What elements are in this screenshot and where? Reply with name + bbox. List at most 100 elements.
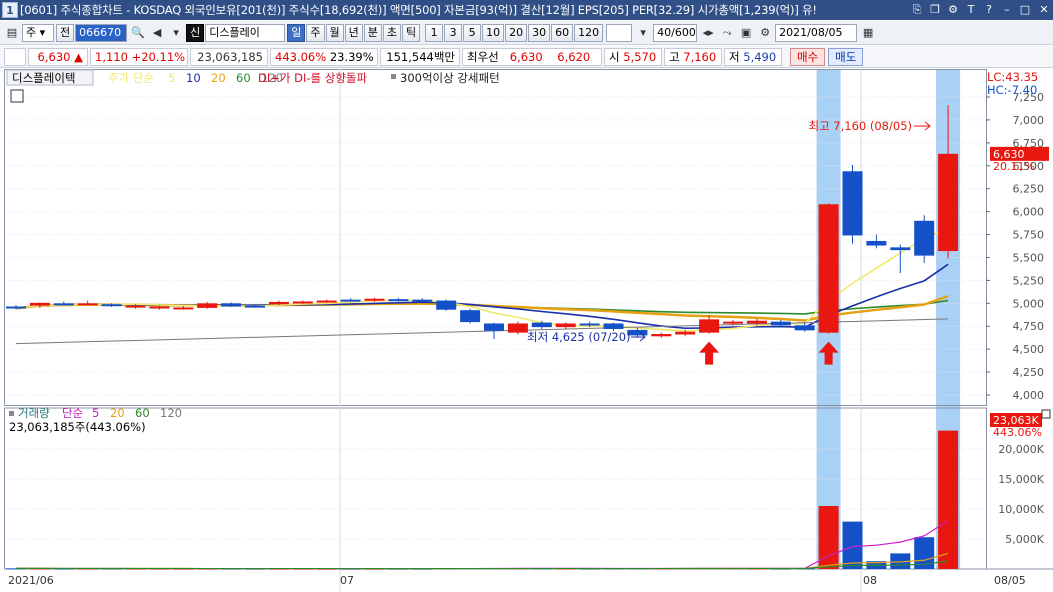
- volume-ma-label: 단순: [62, 406, 83, 420]
- x-axis-label: 07: [340, 574, 354, 587]
- interval-dropdown-icon[interactable]: ▾: [634, 24, 652, 42]
- interval-button-3[interactable]: 3: [444, 23, 463, 42]
- candle-body: [149, 306, 170, 309]
- candle-body: [675, 331, 696, 335]
- interval-button-5[interactable]: 5: [463, 23, 482, 42]
- high-price: 고 7,160: [664, 47, 722, 66]
- interval-button-1[interactable]: 1: [425, 23, 444, 42]
- candle-body: [890, 247, 911, 251]
- ma-legend-label: 주가 단순: [108, 71, 154, 85]
- grid-toggle-icon: [10, 89, 24, 103]
- pattern-legend: 300억이상 강세패턴: [400, 71, 500, 85]
- volume-ma-period: 120: [160, 406, 182, 420]
- interval-button-20[interactable]: 20: [505, 23, 528, 42]
- price-tick-label: 4,250: [1013, 366, 1045, 379]
- chart-menu-icon[interactable]: ▤: [3, 24, 21, 42]
- tab-period-5[interactable]: 초: [382, 23, 401, 42]
- maximize-icon[interactable]: □: [1017, 2, 1033, 18]
- count-input[interactable]: 40/600: [653, 23, 698, 42]
- tab-period-4[interactable]: 분: [363, 23, 382, 42]
- market-select-value: 주: [26, 25, 37, 39]
- settings-icon[interactable]: ⚙: [945, 2, 961, 18]
- vol-ratio-value: 443.06%: [275, 49, 327, 64]
- bid2-value: 6,620: [557, 49, 591, 64]
- chart-area[interactable]: 7,250 7,000 6,750 6,500 6,250 6,000 5,750 5,500…: [4, 69, 1053, 592]
- candle-body: [6, 306, 26, 309]
- candle-body: [579, 323, 600, 326]
- ma-legend-period: 20: [211, 71, 226, 85]
- price-chart[interactable]: 7,2507,0006,7506,5006,2506,0005,7505,500…: [4, 69, 1053, 592]
- tab-period-6[interactable]: 틱: [402, 23, 421, 42]
- volume-tick-label: 15,000K: [998, 473, 1044, 486]
- link-icon[interactable]: ⎘: [909, 2, 925, 18]
- close-icon[interactable]: ✕: [1035, 2, 1053, 18]
- candle-body: [770, 321, 791, 326]
- stock-name-field[interactable]: 디스플레이: [205, 23, 286, 42]
- interval-input[interactable]: [606, 23, 633, 42]
- interval-button-30[interactable]: 30: [528, 23, 551, 42]
- dropdown-icon[interactable]: ▾: [167, 24, 185, 42]
- restore-icon[interactable]: ❐: [927, 2, 943, 18]
- title-bar: 1 [0601] 주식종합차트 - KOSDAQ 외국인보유[201(천)] 주…: [0, 0, 1053, 20]
- search-icon[interactable]: 🔍: [129, 24, 147, 42]
- volume-legend-label: 거래량: [18, 406, 50, 420]
- candle-body: [531, 322, 552, 328]
- buy-button[interactable]: 매수: [790, 47, 826, 66]
- volume-ma-period: 20: [110, 406, 125, 420]
- candle-body: [460, 310, 481, 323]
- volume-legend-marker: [9, 411, 14, 416]
- price-tick-label: 5,000: [1013, 297, 1045, 310]
- bid1-value: 6,630: [509, 49, 543, 64]
- signal-legend: DI+가 DI-를 상향돌파: [258, 71, 367, 85]
- prev-button[interactable]: 전: [56, 23, 75, 42]
- zoom-in-icon[interactable]: ◂▸: [699, 24, 717, 42]
- x-axis-label: 2021/06: [8, 574, 54, 587]
- x-axis-label: 08: [863, 574, 877, 587]
- volume-ma-period: 60: [135, 406, 150, 420]
- open-label: 시: [609, 49, 620, 64]
- tab-period-3[interactable]: 년: [344, 23, 363, 42]
- best-bid: 최우선 6,630 6,620: [462, 47, 602, 66]
- volume-ratio: 443.06% 23.39%: [270, 47, 378, 66]
- low-label: 저: [729, 49, 740, 64]
- sell-button[interactable]: 매도: [828, 47, 864, 66]
- candle-body: [245, 305, 265, 308]
- candle-body: [221, 303, 242, 307]
- volume-badge-pct: 443.06%: [993, 426, 1042, 439]
- volume-tick-label: 10,000K: [998, 503, 1044, 516]
- volume-tick-label: 5,000K: [1005, 533, 1044, 546]
- date-input[interactable]: 2021/08/05: [775, 23, 858, 42]
- candle-body: [125, 305, 146, 308]
- price-tick-label: 6,250: [1013, 183, 1045, 196]
- code-input[interactable]: 066670: [75, 23, 128, 42]
- tab-period-1[interactable]: 주: [306, 23, 325, 42]
- trend-icon[interactable]: ⤳: [718, 24, 736, 42]
- minimize-icon[interactable]: –: [999, 2, 1015, 18]
- price-badge-pct: 20.11%: [993, 160, 1035, 173]
- new-badge: 신: [186, 23, 205, 42]
- market-select[interactable]: 주 ▾: [22, 23, 54, 42]
- interval-button-120[interactable]: 120: [574, 23, 604, 42]
- tab-period-2[interactable]: 월: [325, 23, 344, 42]
- price-tick-label: 7,000: [1013, 114, 1045, 127]
- speaker-icon[interactable]: ◀: [148, 24, 166, 42]
- quote-spacer: [4, 47, 26, 66]
- candle-body: [484, 323, 504, 331]
- pattern-legend-marker: [391, 74, 396, 79]
- help-icon[interactable]: ?: [981, 2, 997, 18]
- price-tick-label: 5,500: [1013, 251, 1045, 264]
- price-tick-label: 4,500: [1013, 343, 1045, 356]
- window-number: 1: [2, 2, 18, 18]
- interval-button-60[interactable]: 60: [551, 23, 574, 42]
- candle-body: [699, 319, 720, 333]
- gear-icon[interactable]: ⚙: [756, 24, 774, 42]
- calendar-icon[interactable]: ▦: [859, 24, 877, 42]
- price-tick-label: 4,000: [1013, 389, 1045, 402]
- candle-body: [364, 298, 385, 301]
- save-icon[interactable]: ▣: [737, 24, 755, 42]
- pin-icon[interactable]: T: [963, 2, 979, 18]
- interval-button-10[interactable]: 10: [482, 23, 505, 42]
- tab-period-0[interactable]: 일: [287, 23, 306, 42]
- low-value: 5,490: [743, 49, 777, 64]
- candle-body: [746, 320, 767, 324]
